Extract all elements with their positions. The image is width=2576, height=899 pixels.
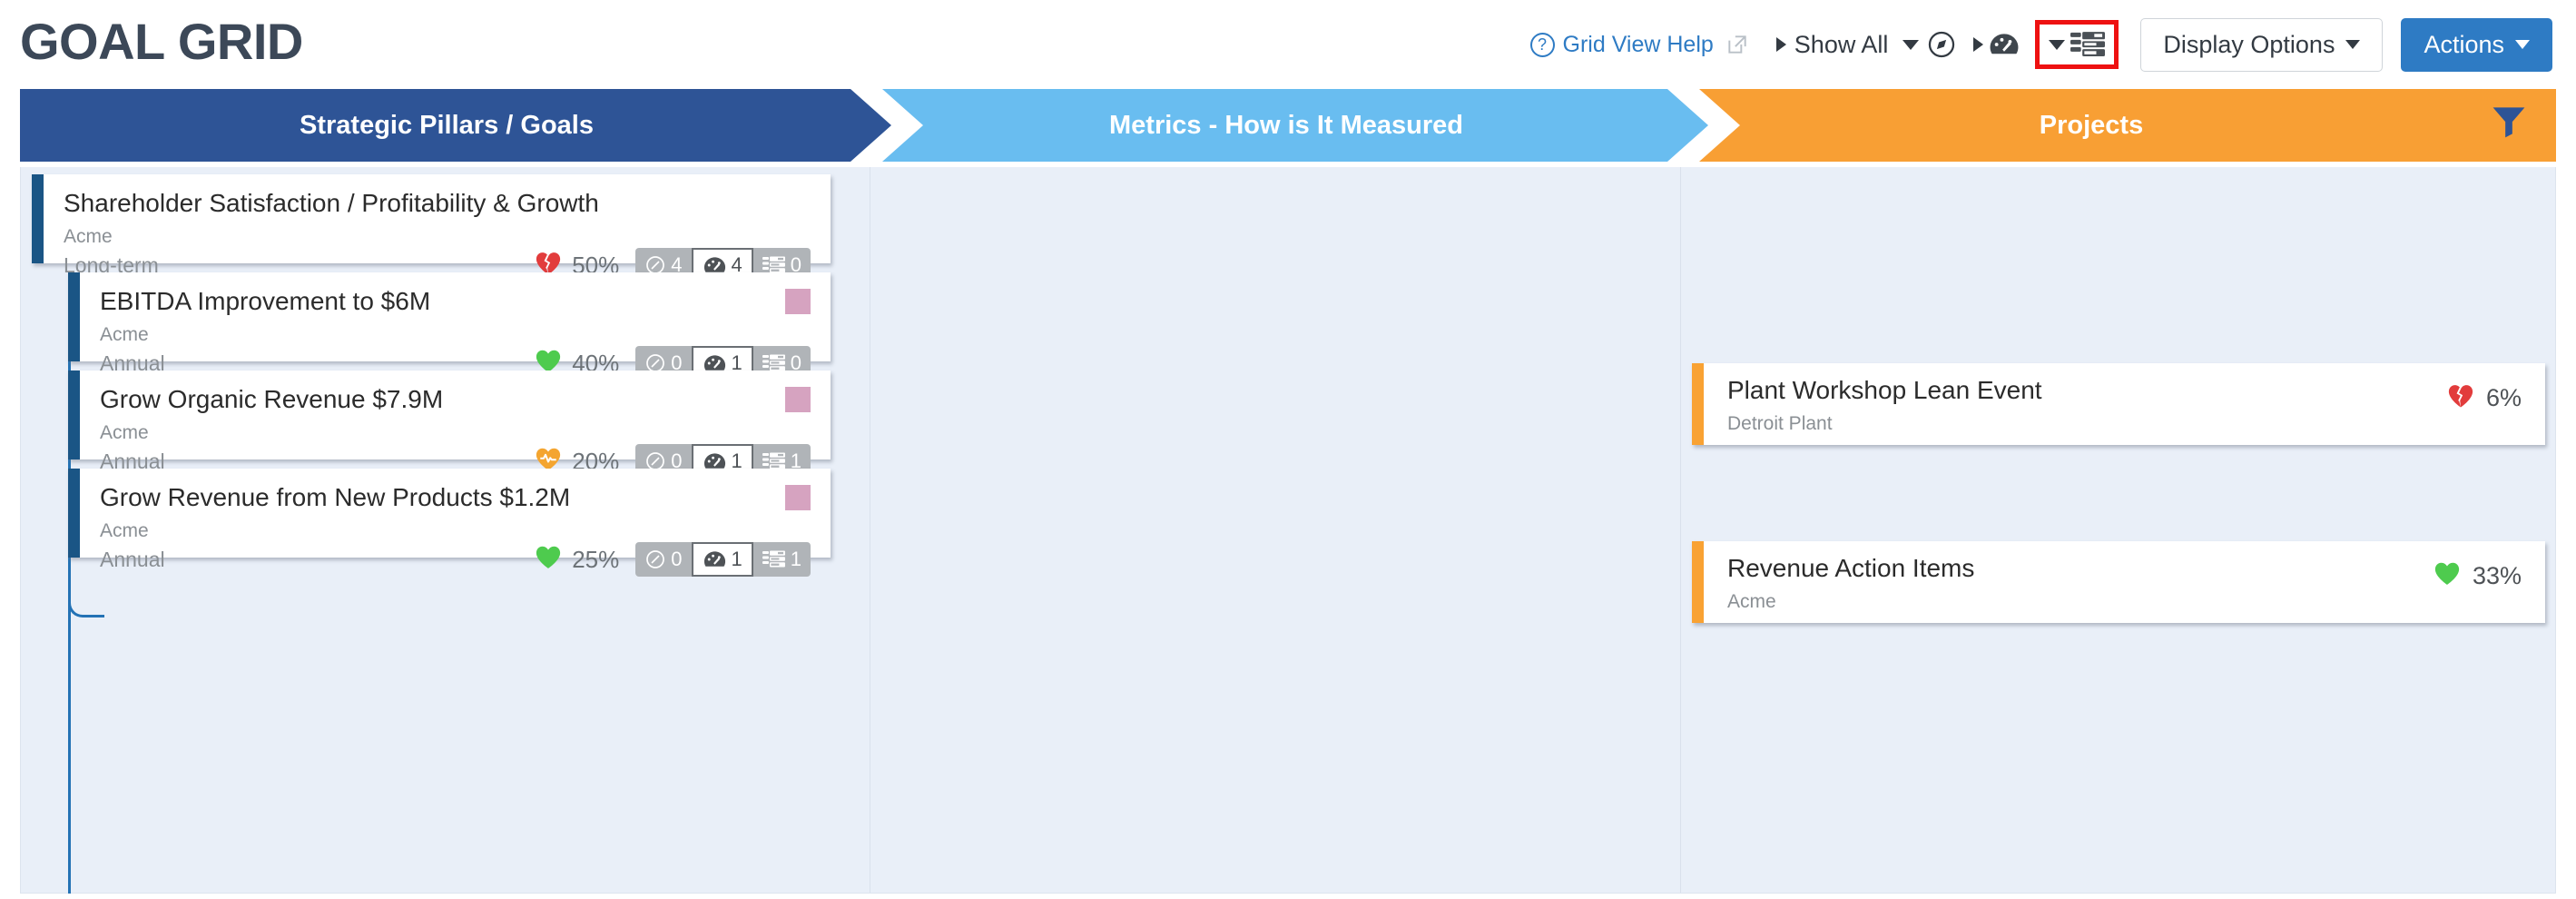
goal-color-chip [785,485,811,510]
project-health: 6% [2447,383,2522,413]
goal-color-chip [785,289,811,314]
goal-card[interactable]: Grow Revenue from New Products $1.2M Acm… [68,469,831,578]
grid-view-help-label: Grid View Help [1562,31,1714,57]
badge-goals-count: 0 [671,548,683,571]
card-accent-bar [32,174,44,263]
column-header-goals-label: Strategic Pillars / Goals [300,110,594,140]
goal-title: Shareholder Satisfaction / Profitability… [64,189,599,217]
grid-view-help-link[interactable]: ? Grid View Help [1529,31,1749,58]
toolbar-actions: ? Grid View Help Show All Display Option… [1529,17,2556,72]
card-accent-bar [68,370,80,459]
project-title: Revenue Action Items [1727,553,1975,582]
question-circle-icon: ? [1529,32,1555,57]
list-view-toggle-highlight[interactable] [2035,20,2119,69]
goal-card[interactable]: Grow Organic Revenue $7.9M Acme Annual 2… [68,370,831,479]
project-card[interactable]: Revenue Action Items Acme 33% [1692,541,2545,623]
column-header-metrics-label: Metrics - How is It Measured [1109,110,1463,140]
goal-health-pct: 25% [572,545,620,573]
badge-goals[interactable]: 0 [635,542,691,577]
chevron-down-icon[interactable] [1903,39,1920,50]
project-card[interactable]: Plant Workshop Lean Event Detroit Plant … [1692,363,2545,445]
goal-badges: 0 1 [635,542,811,578]
metrics-toggle-group[interactable] [1973,30,2020,59]
compass-icon[interactable] [1926,29,1957,60]
badge-projects-count: 1 [790,548,801,571]
expand-triangle-icon[interactable] [1973,37,1984,52]
goal-grid-body: Shareholder Satisfaction / Profitability… [20,167,2556,894]
column-header-projects-label: Projects [2039,110,2144,140]
expand-triangle-icon[interactable] [1775,37,1786,52]
goal-term: Annual [100,547,165,571]
tree-connector [68,585,104,617]
chevron-down-icon[interactable] [2049,39,2066,50]
display-options-label: Display Options [2163,30,2335,58]
gauge-icon[interactable] [1988,30,2020,59]
external-link-icon [1726,33,1749,56]
project-owner: Detroit Plant [1727,412,1833,434]
column-header-projects[interactable]: Projects [1699,89,2556,162]
actions-label: Actions [2424,30,2504,58]
goal-color-chip [785,387,811,412]
broken-heart-icon [2447,383,2474,413]
show-all-label: Show All [1794,30,1889,58]
column-header-goals[interactable]: Strategic Pillars / Goals [20,89,891,162]
heart-icon [535,545,562,575]
project-health-pct: 33% [2472,562,2522,589]
show-all-group[interactable]: Show All [1775,29,1958,60]
goal-owner: Acme [100,520,149,542]
badge-metrics[interactable]: 1 [691,542,753,578]
project-owner: Acme [1727,590,1776,612]
card-accent-bar [68,272,80,361]
goal-title: Grow Organic Revenue $7.9M [100,385,444,413]
badge-metrics-count: 1 [731,548,742,571]
heart-icon [2433,561,2461,591]
goal-owner: Acme [100,422,149,444]
column-header-banner: Strategic Pillars / Goals Metrics - How … [20,89,2556,162]
chevron-down-icon [2345,40,2361,49]
chevron-down-icon [2515,40,2530,49]
card-accent-bar [1692,363,1704,445]
project-title: Plant Workshop Lean Event [1727,375,2042,404]
goal-card[interactable]: Shareholder Satisfaction / Profitability… [32,174,831,283]
goal-title: Grow Revenue from New Products $1.2M [100,483,571,511]
badge-projects[interactable]: 1 [753,542,811,577]
goal-health: 25% [535,545,619,575]
actions-button[interactable]: Actions [2401,17,2552,72]
page-title: GOAL GRID [20,13,303,70]
project-health: 33% [2433,561,2522,591]
column-header-metrics[interactable]: Metrics - How is It Measured [882,89,1708,162]
goals-column: Shareholder Satisfaction / Profitability… [21,167,870,894]
list-view-toggle[interactable] [2049,29,2106,60]
list-view-icon[interactable] [2070,29,2106,60]
goal-card[interactable]: EBITDA Improvement to $6M Acme Annual 40… [68,272,831,381]
projects-column: Plant Workshop Lean Event Detroit Plant … [1680,167,2555,893]
metrics-column [870,167,1680,893]
goal-title: EBITDA Improvement to $6M [100,287,431,315]
goal-owner: Acme [100,324,149,346]
goal-owner: Acme [64,226,113,248]
card-accent-bar [1692,541,1704,623]
card-accent-bar [68,469,80,558]
filter-icon[interactable] [2489,102,2529,149]
display-options-button[interactable]: Display Options [2140,17,2384,72]
project-health-pct: 6% [2485,384,2522,411]
top-toolbar: GOAL GRID ? Grid View Help Show All Disp… [0,0,2576,89]
